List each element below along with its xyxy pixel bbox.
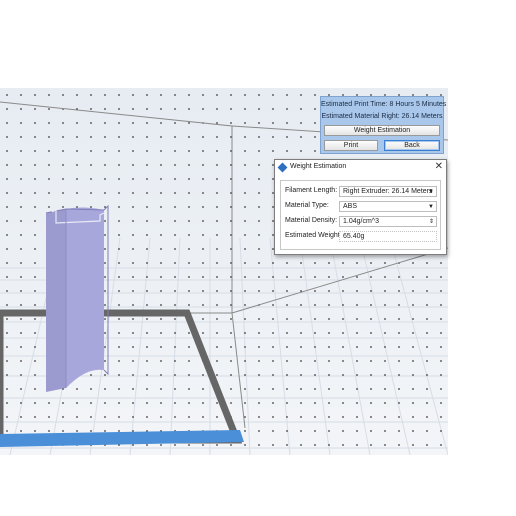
estimated-weight-field: 65.40g: [339, 231, 437, 242]
material-label: Estimated Material Right:: [321, 113, 400, 120]
estimated-weight-label: Estimated Weight:: [285, 232, 342, 239]
print-time-line: Estimated Print Time: 8 Hours 5 Minutes: [321, 101, 447, 108]
print-estimate-panel: Estimated Print Time: 8 Hours 5 Minutes …: [320, 96, 447, 154]
chevron-down-icon: ▼: [428, 189, 434, 195]
material-density-value: 1.04g/cm^3: [343, 218, 379, 225]
filament-length-label: Filament Length:: [285, 187, 338, 194]
material-type-select[interactable]: ABS ▼: [339, 201, 437, 212]
estimated-weight-value: 65.40g: [343, 233, 365, 240]
printed-model: [45, 204, 109, 392]
print-time-value: 8 Hours 5 Minutes: [389, 101, 447, 108]
filament-length-select[interactable]: Right Extruder: 26.14 Meters ▼: [339, 186, 437, 197]
material-line: Estimated Material Right: 26.14 Meters: [321, 113, 443, 120]
material-density-input[interactable]: 1.04g/cm^3 ⇕: [339, 216, 437, 227]
app-icon: [277, 162, 288, 173]
spinner-icon[interactable]: ⇕: [429, 217, 434, 227]
dialog-title: Weight Estimation: [290, 163, 347, 170]
dialog-body: Filament Length: Right Extruder: 26.14 M…: [280, 180, 441, 250]
filament-length-value: Right Extruder: 26.14 Meters: [343, 188, 433, 195]
print-button[interactable]: Print: [324, 140, 378, 151]
dialog-titlebar[interactable]: Weight Estimation ✕: [275, 160, 446, 175]
print-time-label: Estimated Print Time:: [321, 101, 388, 108]
chevron-down-icon: ▼: [428, 204, 434, 210]
weight-estimation-dialog: Weight Estimation ✕ Filament Length: Rig…: [274, 159, 447, 255]
close-icon[interactable]: ✕: [435, 161, 443, 173]
weight-estimation-button[interactable]: Weight Estimation: [324, 125, 440, 136]
material-type-label: Material Type:: [285, 202, 329, 209]
back-button[interactable]: Back: [384, 140, 440, 151]
material-type-value: ABS: [343, 203, 358, 210]
material-density-label: Material Density:: [285, 217, 338, 224]
material-value: 26.14 Meters: [401, 113, 443, 120]
